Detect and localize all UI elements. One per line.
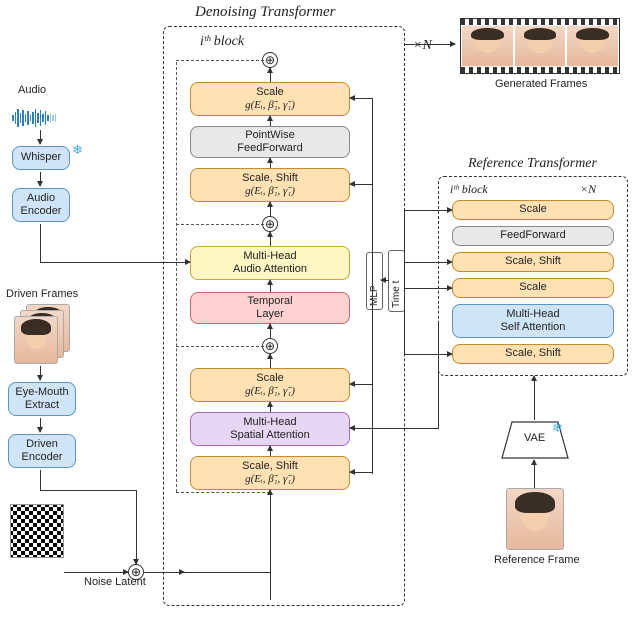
scaleshift-a-label: Scale, Shift <box>242 172 298 185</box>
ref-ff: FeedForward <box>452 226 614 246</box>
reference-frame-label: Reference Frame <box>494 554 580 566</box>
ref-self-attn: Multi-Head Self Attention <box>452 304 614 338</box>
audioenc-to-attn <box>40 262 190 263</box>
driven-to-eye <box>40 366 41 380</box>
denoising-title: Denoising Transformer <box>195 4 335 21</box>
scaleshift-a: Scale, Shift g(Eᵢ, β̃₁, γ̃₁) <box>190 168 350 202</box>
generated-frame <box>462 26 513 66</box>
mlp-to-ref1 <box>404 210 452 211</box>
residual-path-m2 <box>176 346 264 347</box>
mlp-to-scale-mid <box>350 384 372 385</box>
residual-add-mid2: ⊕ <box>262 338 278 354</box>
audio-encoder-block: Audio Encoder <box>12 188 70 222</box>
vae-frozen-icon: ❄ <box>552 420 563 436</box>
denoise-to-output <box>405 44 455 45</box>
main-up-7 <box>270 324 271 338</box>
whisper-block: Whisper <box>12 146 70 170</box>
generated-frames-label: Generated Frames <box>495 78 587 90</box>
generated-frame <box>567 26 618 66</box>
eye-to-enc <box>40 418 41 432</box>
sum-into-block <box>270 572 271 600</box>
vae-label: VAE <box>524 432 545 444</box>
drivenenc-right <box>40 490 136 491</box>
residual-path-bot <box>176 492 270 493</box>
ref-scale2: Scale <box>452 278 614 298</box>
reference-title: Reference Transformer <box>468 156 597 172</box>
scaleshift-b-label: Scale, Shift <box>242 460 298 473</box>
drivenenc-to-sum <box>136 490 137 564</box>
driven-encoder-block: Driven Encoder <box>8 434 76 468</box>
ref-xn: ×N <box>580 182 596 197</box>
pointwise-ff: PointWise FeedForward <box>190 126 350 158</box>
time-to-mlp <box>381 280 389 281</box>
residual-path <box>176 62 177 492</box>
whisper-frozen-icon: ❄ <box>72 142 83 158</box>
audio-waveform-icon <box>12 108 56 128</box>
latent-sum: ⊕ <box>128 564 144 580</box>
ref-scale1: Scale <box>452 200 614 220</box>
spatial-attention: Multi-Head Spatial Attention <box>190 412 350 446</box>
noise-latent-image <box>10 504 64 558</box>
scale-mid: Scale g(Eᵢ, β̃₁, γ̃₁) <box>190 368 350 402</box>
main-up-8 <box>270 354 271 368</box>
eye-mouth-block: Eye-Mouth Extract <box>8 382 76 416</box>
ref-to-spatial <box>350 428 438 429</box>
main-up-10 <box>270 446 271 456</box>
denoise-xn: ×N <box>413 38 432 54</box>
audio-attention: Multi-Head Audio Attention <box>190 246 350 280</box>
residual-path-top <box>176 60 264 61</box>
time-block: Time t <box>388 250 405 312</box>
scale-top-label: Scale <box>256 86 284 99</box>
mlp-to-ref4 <box>404 354 452 355</box>
main-up-1 <box>270 68 271 82</box>
residual-path-m1 <box>176 224 264 225</box>
scale-mid-label: Scale <box>256 372 284 385</box>
vae-to-ref <box>534 376 535 420</box>
mlp-to-scaleshift-a <box>350 184 372 185</box>
scaleshift-b-g: g(Eᵢ, β̃₁, γ̃₁) <box>245 473 295 486</box>
audioenc-to-attn-v <box>40 224 41 262</box>
audio-to-whisper <box>40 130 41 144</box>
noise-to-sum <box>64 572 128 573</box>
residual-add-top: ⊕ <box>262 52 278 68</box>
denoise-ith-label: iᵗʰ block <box>200 34 244 50</box>
residual-add-mid1: ⊕ <box>262 216 278 232</box>
ref-scaleshift1: Scale, Shift <box>452 252 614 272</box>
mlp-to-scaleshift-b <box>350 472 372 473</box>
mlp-to-ref2 <box>404 262 452 263</box>
generated-frames-strip <box>460 18 620 74</box>
mlp-ref-bus <box>404 210 405 355</box>
main-up-4 <box>270 202 271 216</box>
scale-top: Scale g(Eᵢ, β̃₁, γ̃₁) <box>190 82 350 116</box>
ref-scaleshift2: Scale, Shift <box>452 344 614 364</box>
main-up-6 <box>270 280 271 292</box>
scale-mid-g: g(Eᵢ, β̃₁, γ̃₁) <box>245 385 295 398</box>
driven-frames-label: Driven Frames <box>6 288 78 300</box>
main-up-2 <box>270 116 271 126</box>
scale-top-g: g(Eᵢ, β̃₁, γ̃₁) <box>245 99 295 112</box>
sum-into-block-h <box>184 572 270 573</box>
scaleshift-a-g: g(Eᵢ, β̃₁, γ̃₁) <box>245 185 295 198</box>
main-up-9 <box>270 402 271 412</box>
ref-bus-down <box>438 321 439 429</box>
temporal-layer: Temporal Layer <box>190 292 350 324</box>
driven-frame-1 <box>14 316 58 364</box>
whisper-to-enc <box>40 172 41 186</box>
main-up-3 <box>270 158 271 168</box>
main-up-5 <box>270 232 271 246</box>
mlp-to-ref3 <box>404 288 452 289</box>
scaleshift-b: Scale, Shift g(Eᵢ, β̃₁, γ̃₁) <box>190 456 350 490</box>
audio-label: Audio <box>18 84 46 96</box>
sum-to-denoise <box>144 572 184 573</box>
mlp-bus <box>372 98 373 474</box>
mlp-to-scale-top <box>350 98 372 99</box>
generated-frame <box>515 26 566 66</box>
ref-ith-label: iᵗʰ block <box>450 182 488 197</box>
reference-frame-image <box>506 488 564 550</box>
refimg-to-vae <box>534 460 535 488</box>
drivenenc-down <box>40 470 41 490</box>
